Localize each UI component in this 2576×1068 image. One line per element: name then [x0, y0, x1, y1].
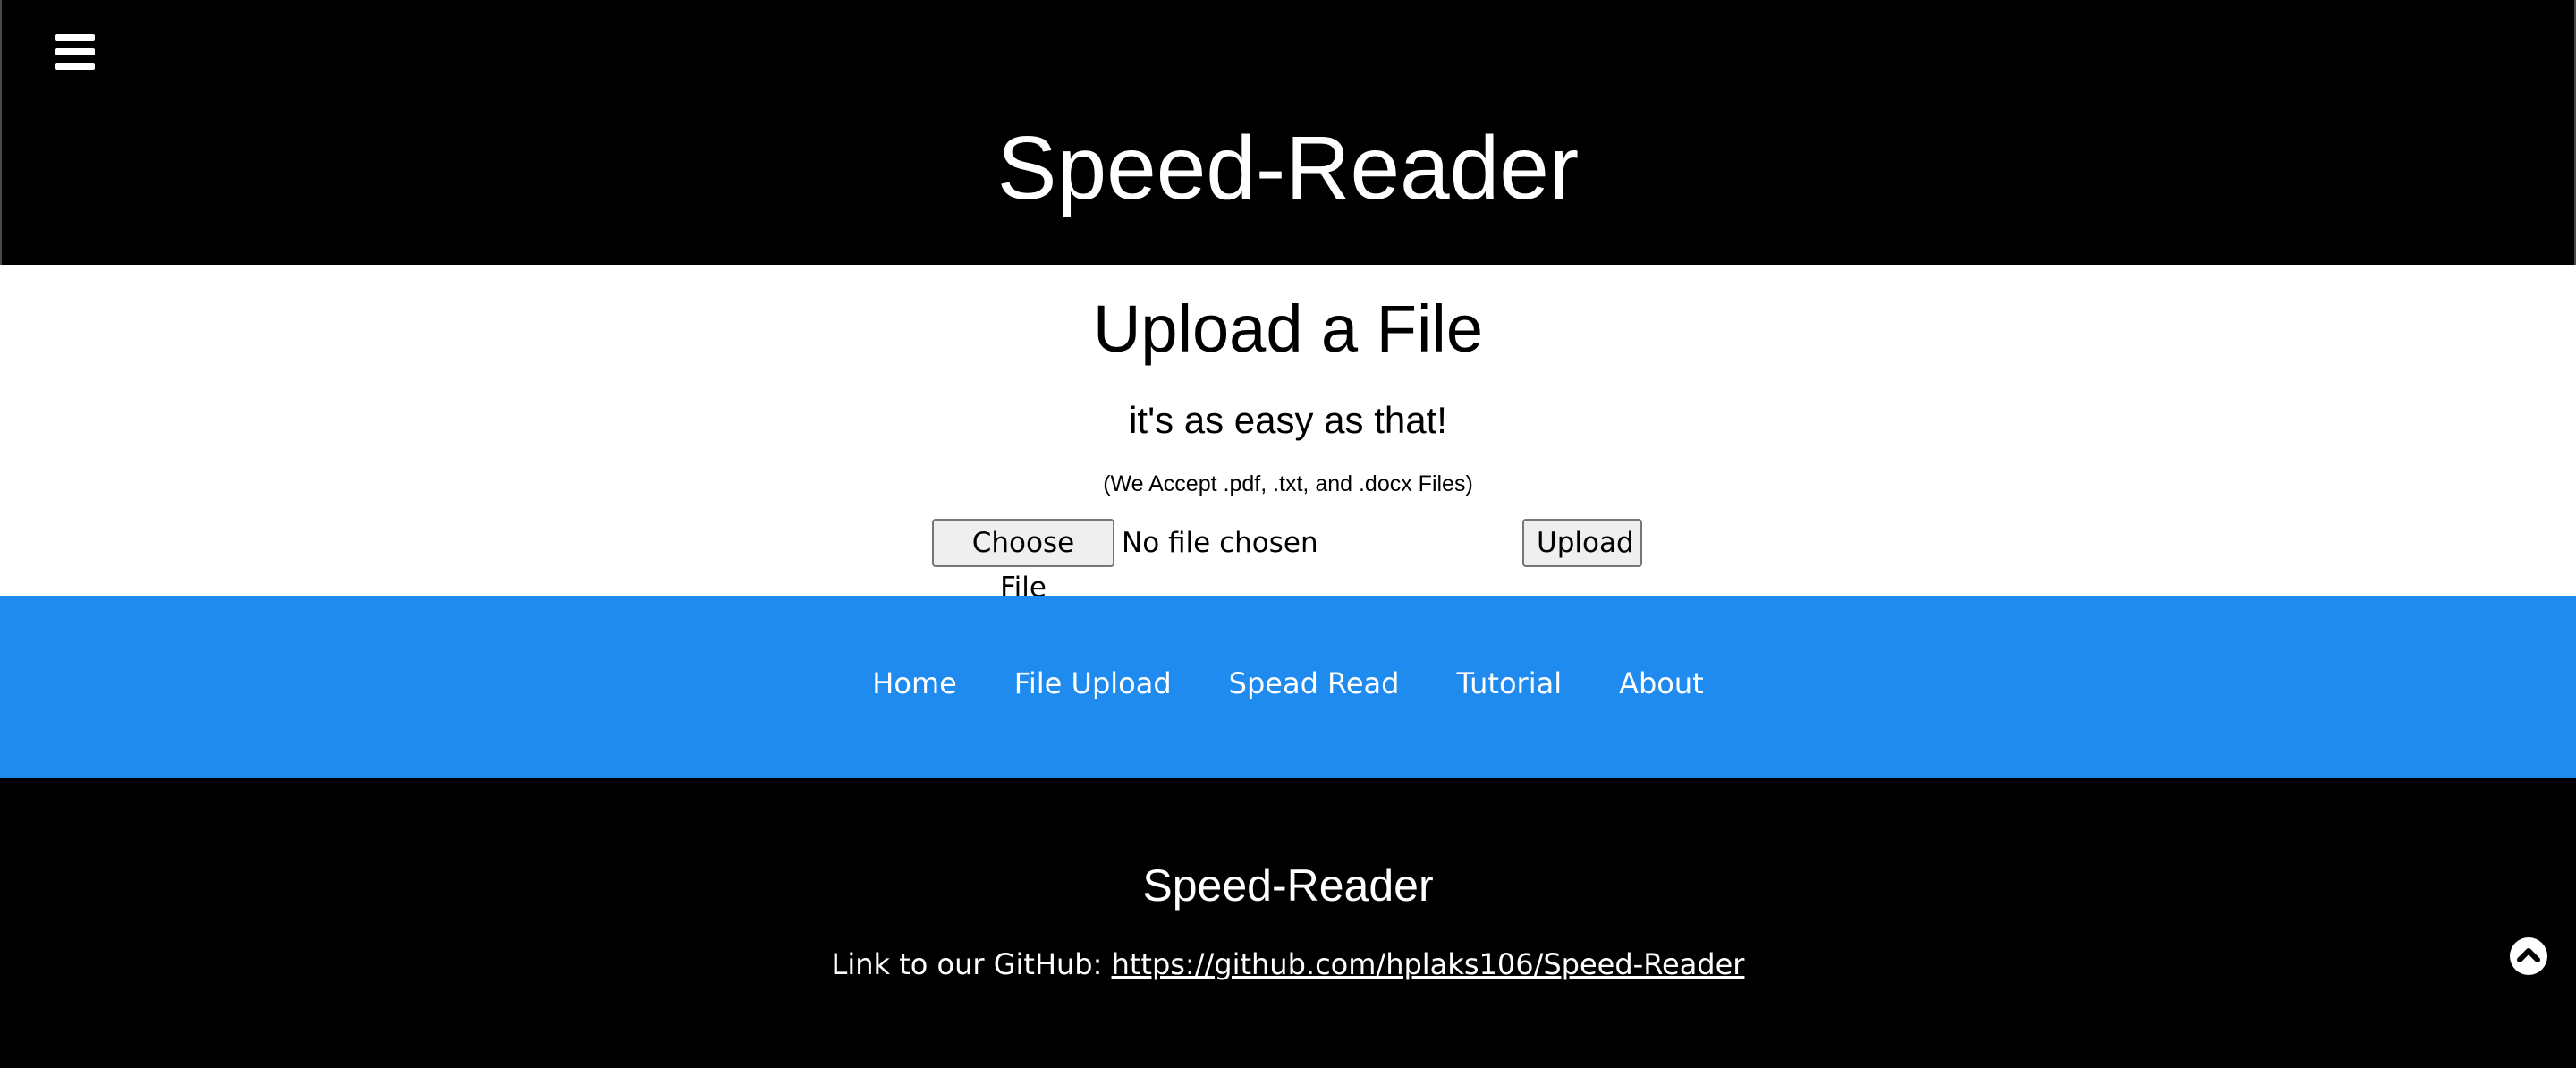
nav-link-tutorial[interactable]: Tutorial [1456, 662, 1562, 705]
file-upload-form: Choose File No file chosen Upload [932, 519, 1648, 604]
hamburger-menu-icon[interactable] [55, 34, 95, 70]
file-status-text: No file chosen [1122, 527, 1318, 559]
chevron-up-circle-icon[interactable] [2510, 937, 2547, 975]
navigation-bar: Home File Upload Spead Read Tutorial Abo… [0, 596, 2576, 778]
upload-subtitle: it's as easy as that! [1129, 399, 1447, 441]
accepted-file-types-note: (We Accept .pdf, .txt, and .docx Files) [1103, 471, 1473, 496]
choose-file-button[interactable]: Choose File [932, 519, 1114, 604]
footer-title: Speed-Reader [1142, 860, 1434, 911]
nav-link-home[interactable]: Home [872, 662, 957, 705]
site-footer: Speed-Reader Link to our GitHub: https:/… [0, 778, 2576, 1068]
github-link[interactable]: https://github.com/hplaks106/Speed-Reade… [1112, 947, 1745, 981]
upload-title: Upload a File [1092, 292, 1483, 366]
nav-link-about[interactable]: About [1619, 662, 1704, 705]
upload-button[interactable]: Upload [1522, 519, 1642, 567]
nav-link-spead-read[interactable]: Spead Read [1229, 662, 1400, 705]
upload-section: Upload a File it's as easy as that! (We … [0, 265, 2576, 604]
site-title: Speed-Reader [996, 118, 1580, 218]
github-link-line: Link to our GitHub: https://github.com/h… [0, 943, 2576, 986]
nav-links: Home File Upload Spead Read Tutorial Abo… [0, 662, 2576, 705]
github-link-prefix: Link to our GitHub: [831, 947, 1112, 981]
site-header: Speed-Reader [0, 0, 2576, 265]
nav-link-file-upload[interactable]: File Upload [1014, 662, 1172, 705]
